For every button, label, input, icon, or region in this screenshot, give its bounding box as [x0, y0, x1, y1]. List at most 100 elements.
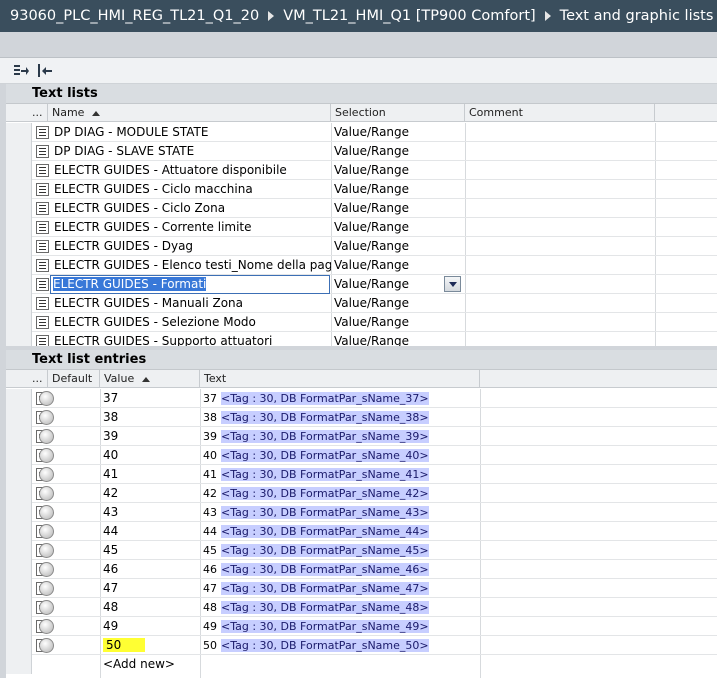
- text-list-row[interactable]: ELECTR GUIDES - Dyag Value/Range: [6, 237, 717, 256]
- entry-value[interactable]: 38: [103, 408, 199, 427]
- text-list-row[interactable]: ELECTR GUIDES - Ciclo macchina Value/Rang…: [6, 180, 717, 199]
- default-radio[interactable]: [39, 505, 54, 520]
- entry-text[interactable]: 48 <Tag : 30, DB FormatPar_sName_48>: [203, 598, 479, 617]
- entry-text[interactable]: 49 <Tag : 30, DB FormatPar_sName_49>: [203, 617, 479, 636]
- column-selector[interactable]: ...: [28, 104, 48, 122]
- default-radio[interactable]: [39, 619, 54, 634]
- column-default[interactable]: Default: [48, 370, 100, 388]
- entry-value[interactable]: 49: [103, 617, 199, 636]
- row-selector[interactable]: [6, 199, 32, 218]
- row-selector[interactable]: [6, 503, 32, 522]
- row-selector[interactable]: [6, 256, 32, 275]
- row-selector[interactable]: [6, 237, 32, 256]
- entry-value[interactable]: 39: [103, 427, 199, 446]
- default-radio[interactable]: [39, 410, 54, 425]
- row-selector[interactable]: [6, 180, 32, 199]
- text-list-comment[interactable]: [468, 294, 654, 313]
- text-list-name[interactable]: ELECTR GUIDES - Ciclo Zona: [54, 199, 331, 218]
- text-list-row[interactable]: ELECTR GUIDES - Elenco testi_Nome della …: [6, 256, 717, 275]
- row-selector[interactable]: [6, 218, 32, 237]
- default-radio[interactable]: [39, 581, 54, 596]
- entry-row[interactable]: 44 44 <Tag : 30, DB FormatPar_sName_44>: [6, 522, 717, 541]
- selection-dropdown-icon[interactable]: [444, 276, 461, 292]
- default-radio[interactable]: [39, 448, 54, 463]
- text-list-selection[interactable]: Value/Range: [334, 180, 444, 199]
- row-selector[interactable]: [6, 275, 32, 294]
- entry-row[interactable]: 40 40 <Tag : 30, DB FormatPar_sName_40>: [6, 446, 717, 465]
- default-radio[interactable]: [39, 600, 54, 615]
- entry-row[interactable]: 47 47 <Tag : 30, DB FormatPar_sName_47>: [6, 579, 717, 598]
- entry-value[interactable]: 41: [103, 465, 199, 484]
- default-radio[interactable]: [39, 543, 54, 558]
- entry-value[interactable]: 37: [103, 389, 199, 408]
- entry-row[interactable]: 39 39 <Tag : 30, DB FormatPar_sName_39>: [6, 427, 717, 446]
- row-selector[interactable]: [6, 123, 32, 142]
- text-list-row[interactable]: ELECTR GUIDES - Formati Value/Range: [6, 275, 717, 294]
- breadcrumb-device[interactable]: VM_TL21_HMI_Q1 [TP900 Comfort]: [283, 8, 535, 24]
- text-list-comment[interactable]: [468, 180, 654, 199]
- row-selector[interactable]: [6, 446, 32, 465]
- entry-row[interactable]: 42 42 <Tag : 30, DB FormatPar_sName_42>: [6, 484, 717, 503]
- column-value[interactable]: Value: [100, 370, 200, 388]
- default-radio[interactable]: [39, 467, 54, 482]
- text-list-name[interactable]: ELECTR GUIDES - Dyag: [54, 237, 331, 256]
- text-list-name[interactable]: ELECTR GUIDES - Elenco testi_Nome della …: [54, 256, 331, 275]
- text-list-name[interactable]: ELECTR GUIDES - Corrente limite: [54, 218, 331, 237]
- text-list-selection[interactable]: Value/Range: [334, 142, 444, 161]
- row-selector[interactable]: [6, 389, 32, 408]
- entry-text[interactable]: 41 <Tag : 30, DB FormatPar_sName_41>: [203, 465, 479, 484]
- column-comment[interactable]: Comment: [465, 104, 655, 122]
- entry-row[interactable]: 45 45 <Tag : 30, DB FormatPar_sName_45>: [6, 541, 717, 560]
- row-selector[interactable]: [6, 655, 32, 674]
- entry-row[interactable]: 41 41 <Tag : 30, DB FormatPar_sName_41>: [6, 465, 717, 484]
- text-list-selection[interactable]: Value/Range: [334, 256, 444, 275]
- text-list-selection[interactable]: Value/Range: [334, 123, 444, 142]
- text-list-comment[interactable]: [468, 123, 654, 142]
- text-list-comment[interactable]: [468, 256, 654, 275]
- text-list-selection[interactable]: Value/Range: [334, 313, 444, 332]
- default-radio[interactable]: [39, 562, 54, 577]
- entry-value[interactable]: 40: [103, 446, 199, 465]
- row-selector[interactable]: [6, 427, 32, 446]
- entry-text[interactable]: 39 <Tag : 30, DB FormatPar_sName_39>: [203, 427, 479, 446]
- entry-text[interactable]: 46 <Tag : 30, DB FormatPar_sName_46>: [203, 560, 479, 579]
- default-radio[interactable]: [39, 524, 54, 539]
- entry-row[interactable]: 48 48 <Tag : 30, DB FormatPar_sName_48>: [6, 598, 717, 617]
- entry-text[interactable]: 38 <Tag : 30, DB FormatPar_sName_38>: [203, 408, 479, 427]
- text-list-name[interactable]: ELECTR GUIDES - Attuatore disponibile: [54, 161, 331, 180]
- text-list-row[interactable]: ELECTR GUIDES - Corrente limite Value/Ran…: [6, 218, 717, 237]
- row-selector[interactable]: [6, 484, 32, 503]
- collapse-rows-icon[interactable]: [36, 62, 54, 80]
- text-list-name[interactable]: ELECTR GUIDES - Selezione Modo: [54, 313, 331, 332]
- entry-row[interactable]: 38 38 <Tag : 30, DB FormatPar_sName_38>: [6, 408, 717, 427]
- breadcrumb-project[interactable]: 93060_PLC_HMI_REG_TL21_Q1_20: [10, 8, 259, 24]
- row-selector[interactable]: [6, 560, 32, 579]
- entry-value[interactable]: 46: [103, 560, 199, 579]
- text-list-comment[interactable]: [468, 237, 654, 256]
- entry-text[interactable]: 45 <Tag : 30, DB FormatPar_sName_45>: [203, 541, 479, 560]
- text-list-selection[interactable]: Value/Range: [334, 199, 444, 218]
- expand-rows-icon[interactable]: [12, 62, 30, 80]
- text-list-name[interactable]: ELECTR GUIDES - Ciclo macchina: [54, 180, 331, 199]
- row-selector[interactable]: [6, 598, 32, 617]
- entry-text[interactable]: 44 <Tag : 30, DB FormatPar_sName_44>: [203, 522, 479, 541]
- add-new-entry[interactable]: <Add new>: [103, 655, 199, 674]
- default-radio[interactable]: [39, 429, 54, 444]
- text-list-selection[interactable]: Value/Range: [334, 332, 444, 346]
- row-selector[interactable]: [6, 541, 32, 560]
- entry-text[interactable]: 50 <Tag : 30, DB FormatPar_sName_50>: [203, 636, 479, 655]
- entry-row[interactable]: 50 50 <Tag : 30, DB FormatPar_sName_50>: [6, 636, 717, 655]
- row-selector[interactable]: [6, 408, 32, 427]
- entry-row[interactable]: 46 46 <Tag : 30, DB FormatPar_sName_46>: [6, 560, 717, 579]
- text-list-name[interactable]: ELECTR GUIDES - Manuali Zona: [54, 294, 331, 313]
- row-selector[interactable]: [6, 332, 32, 346]
- entry-text[interactable]: 43 <Tag : 30, DB FormatPar_sName_43>: [203, 503, 479, 522]
- entry-value[interactable]: 50: [103, 636, 199, 655]
- entry-value[interactable]: 45: [103, 541, 199, 560]
- row-selector[interactable]: [6, 636, 32, 655]
- row-selector[interactable]: [6, 617, 32, 636]
- text-list-row[interactable]: ELECTR GUIDES - Supporto attuatori Value/…: [6, 332, 717, 346]
- entry-text[interactable]: 40 <Tag : 30, DB FormatPar_sName_40>: [203, 446, 479, 465]
- entry-value[interactable]: 43: [103, 503, 199, 522]
- entry-row[interactable]: 37 37 <Tag : 30, DB FormatPar_sName_37>: [6, 389, 717, 408]
